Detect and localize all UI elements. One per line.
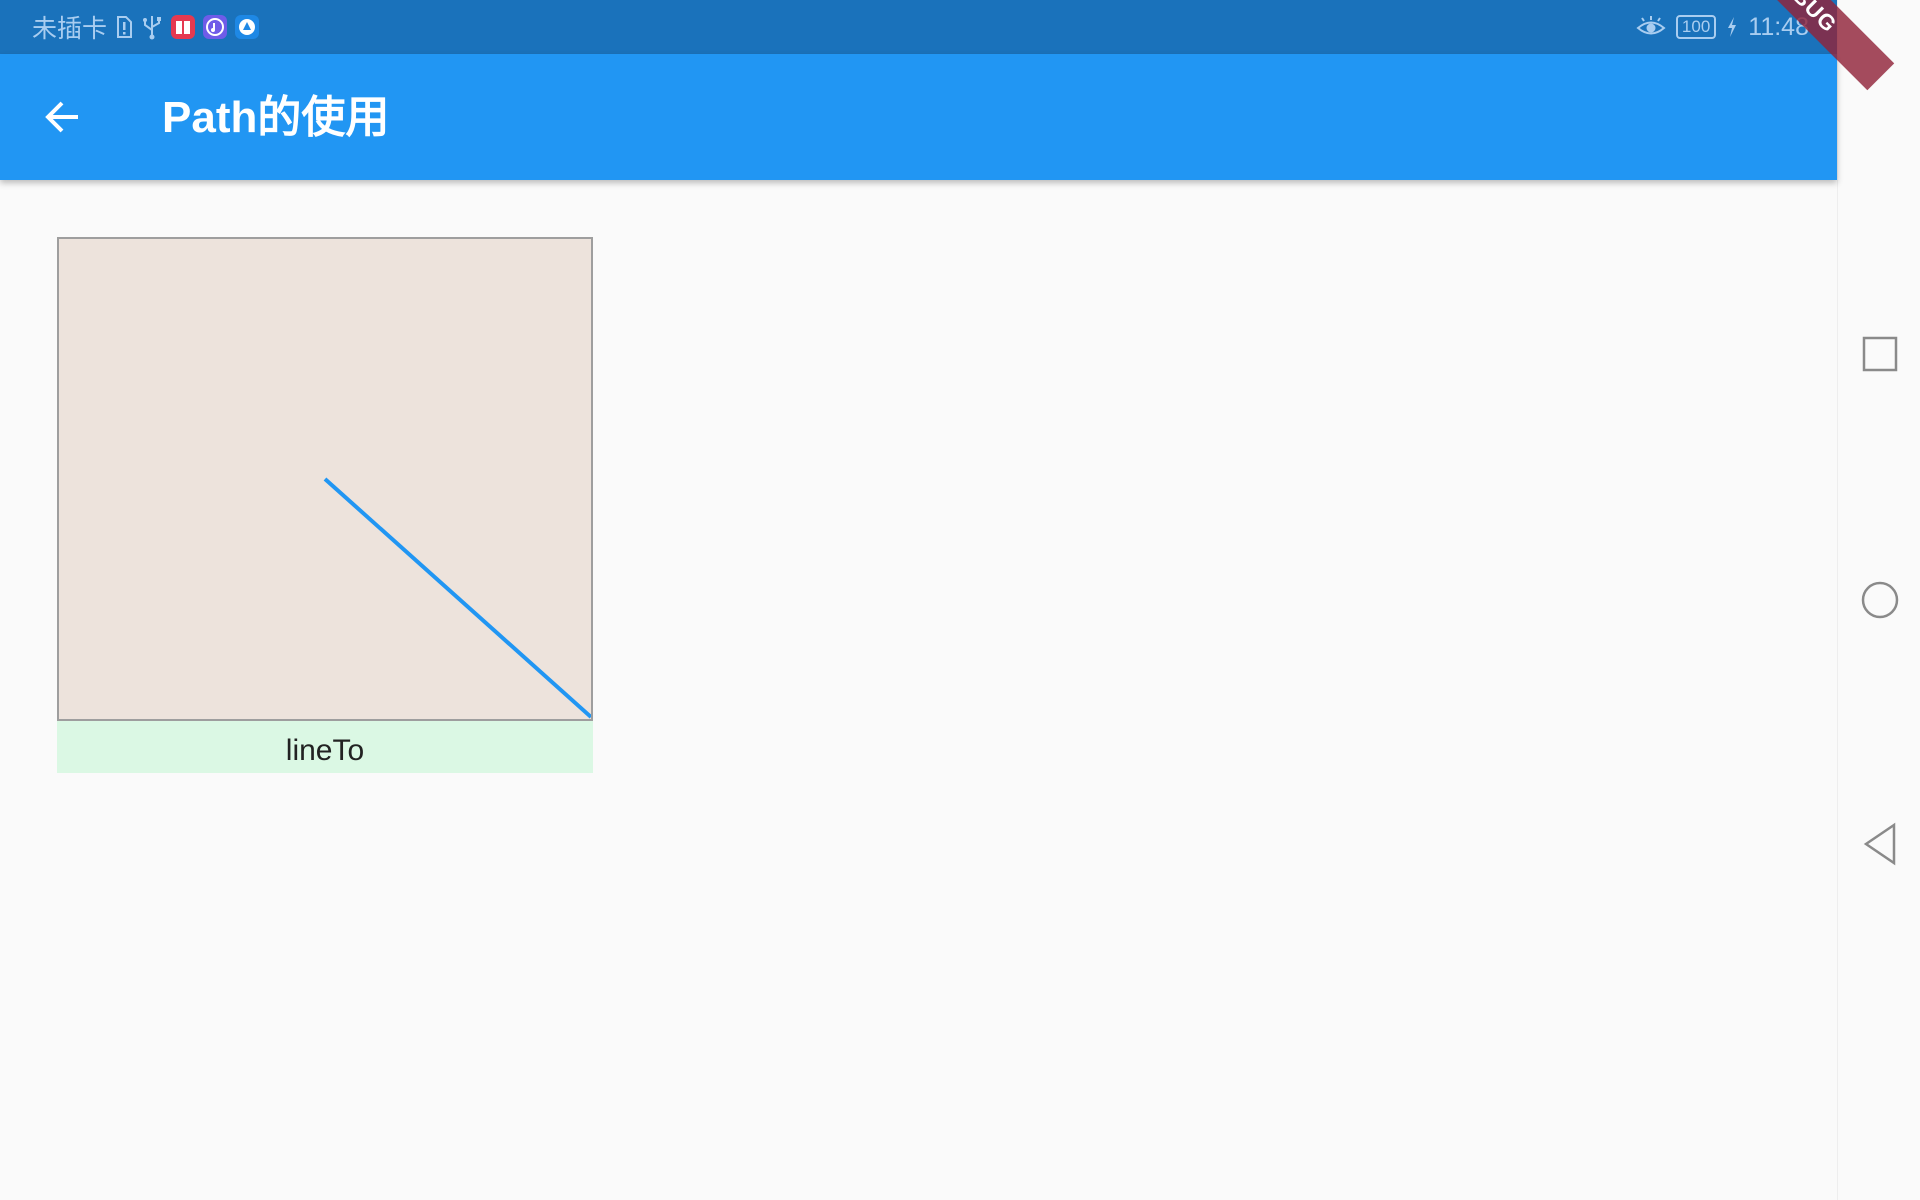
music-app-icon	[203, 15, 228, 39]
home-circle-icon	[1861, 581, 1898, 619]
nav-back-button[interactable]	[1838, 804, 1920, 884]
app-bar: Path的使用	[0, 54, 1837, 180]
status-left: 未插卡	[32, 0, 260, 54]
system-nav-bar	[1837, 0, 1920, 1200]
recents-square-icon	[1862, 336, 1897, 372]
path-canvas	[57, 237, 593, 721]
screen: 未插卡 100 11:48 Path的使用 lineTo	[0, 0, 1920, 1200]
back-button[interactable]	[28, 89, 96, 145]
page-title: Path的使用	[162, 93, 390, 142]
back-triangle-icon	[1863, 822, 1895, 866]
app-window: 未插卡 100 11:48 Path的使用 lineTo	[0, 0, 1837, 1200]
eye-comfort-icon	[1636, 15, 1666, 39]
battery-icon: 100	[1675, 15, 1717, 39]
carrier-label: 未插卡	[32, 15, 108, 43]
book-app-icon	[171, 15, 196, 39]
status-bar: 未插卡 100 11:48	[0, 0, 1837, 54]
status-right: 100 11:48	[1636, 0, 1809, 54]
home-button[interactable]	[1838, 560, 1920, 640]
usb-icon	[141, 14, 163, 40]
charging-icon	[1726, 15, 1738, 39]
recents-button[interactable]	[1838, 314, 1920, 394]
sim-alert-icon	[115, 15, 133, 39]
browser-app-icon	[235, 15, 260, 39]
battery-level: 100	[1681, 17, 1711, 36]
line-to-path	[323, 477, 591, 719]
demo-caption: lineTo	[57, 721, 593, 773]
path-drawing	[323, 477, 591, 719]
arrow-back-icon	[45, 101, 78, 133]
path-demo-card: lineTo	[57, 237, 593, 773]
